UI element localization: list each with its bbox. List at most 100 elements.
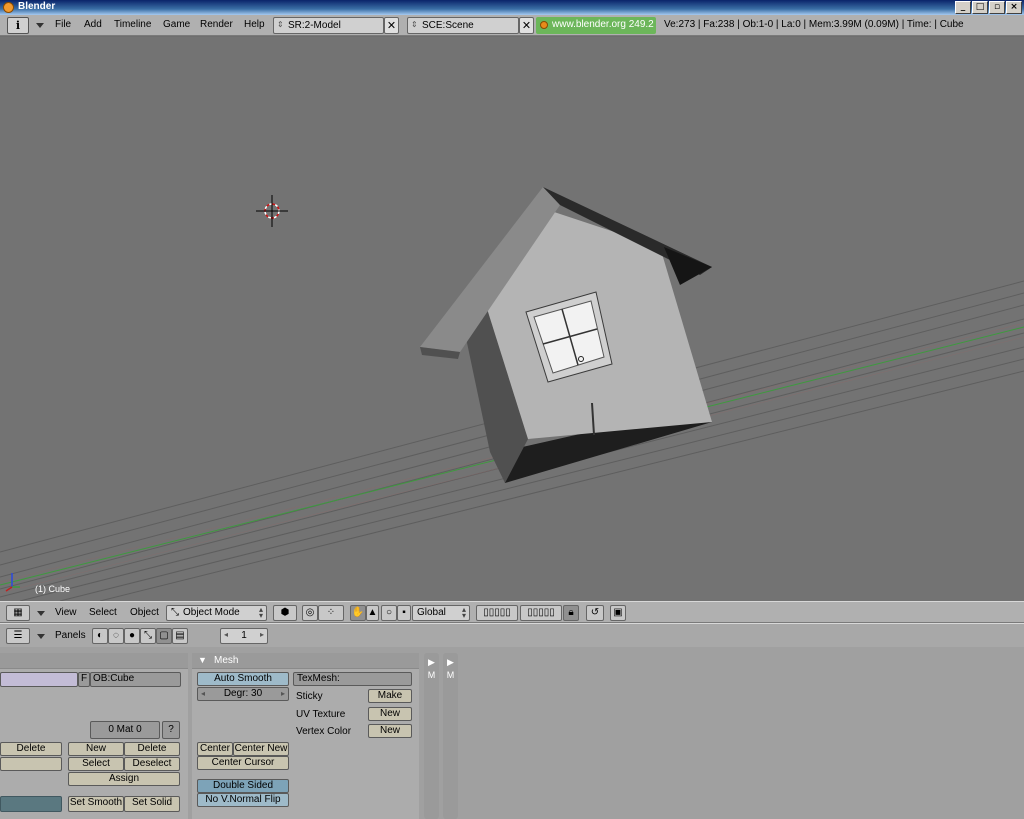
assign-material-button[interactable]: Assign	[68, 772, 180, 786]
translate-icon[interactable]: ▲	[366, 605, 379, 621]
degree-field[interactable]: ◂ Degr: 30 ▸	[197, 687, 289, 701]
uv-texture-label: UV Texture	[296, 709, 346, 720]
deselect-material-button[interactable]: Deselect	[124, 757, 180, 771]
delete-group-button[interactable]: Delete	[0, 742, 62, 756]
snap-icon[interactable]: ↺	[586, 605, 604, 621]
editing-context-icon[interactable]: ▢	[156, 628, 172, 644]
updown-icon: ⇕	[411, 20, 418, 29]
scale-icon[interactable]: ▪	[397, 605, 411, 621]
draw-type-icon[interactable]: ⬢	[273, 605, 297, 621]
set-solid-button[interactable]: Set Solid	[124, 796, 180, 812]
mode-selector[interactable]: ⤡ Object Mode ▴ ▾	[166, 605, 267, 621]
grid-window-type-icon[interactable]: ▦	[6, 605, 30, 621]
decrement-icon: ◂	[201, 689, 206, 698]
panels-label: Panels	[55, 630, 86, 641]
buttons-header: ☰ Panels ◐ ◌ ● ⤡ ▢ ▤ ◂ 1 ▸	[0, 623, 1024, 647]
collapse-triangle-icon[interactable]: ▼	[198, 655, 207, 665]
no-vnormal-flip-toggle[interactable]: No V.Normal Flip	[197, 793, 289, 807]
house-mesh[interactable]	[420, 187, 712, 483]
scene-context-icon[interactable]: ▤	[172, 628, 188, 644]
close-icon[interactable]: ×	[1006, 1, 1022, 14]
window-titlebar: Blender _ □ ▫ ×	[0, 0, 1024, 15]
pivot-selector-icon[interactable]: ⁘	[318, 605, 344, 621]
logic-context-icon[interactable]: ◐	[92, 628, 108, 644]
script-context-icon[interactable]: ◌	[108, 628, 124, 644]
maximize-icon[interactable]: □	[972, 1, 988, 14]
3d-viewport[interactable]: (1) Cube	[0, 37, 1024, 601]
menu-view[interactable]: View	[55, 607, 77, 618]
vertex-color-new-button[interactable]: New	[368, 724, 412, 738]
sticky-make-button[interactable]: Make	[368, 689, 412, 703]
rotate-icon[interactable]: ○	[381, 605, 397, 621]
texmesh-field[interactable]: TexMesh:	[293, 672, 412, 686]
delete-scene-button[interactable]: ✕	[519, 17, 534, 34]
orientation-selector[interactable]: Global ▴ ▾	[412, 605, 470, 621]
delete-screen-button[interactable]: ✕	[384, 17, 399, 34]
center-new-button[interactable]: Center New	[233, 742, 289, 756]
lock-layers-icon[interactable]: 🔒︎	[563, 605, 579, 621]
panel-header	[0, 653, 188, 669]
shading-context-icon[interactable]: ●	[124, 628, 140, 644]
collapsed-panel-strip-2[interactable]: ▶ M	[443, 653, 458, 819]
material-help-button[interactable]: ?	[162, 721, 180, 739]
blender-logo-icon	[540, 21, 548, 29]
updown-icon: ▴ ▾	[461, 605, 466, 620]
delete-material-button[interactable]: Delete	[124, 742, 180, 756]
restore-icon[interactable]: ▫	[989, 1, 1005, 14]
auto-smooth-toggle[interactable]: Auto Smooth	[197, 672, 289, 686]
menu-render[interactable]: Render	[200, 19, 233, 30]
collapse-menu-icon[interactable]	[37, 634, 45, 639]
frame-counter[interactable]: ◂ 1 ▸	[220, 628, 268, 644]
scene-selector[interactable]: ⇕ SCE:Scene	[407, 17, 519, 34]
menu-add[interactable]: Add	[84, 19, 102, 30]
center-cursor-button[interactable]: Center Cursor	[197, 756, 289, 770]
info-header: i File Add Timeline Game Render Help ⇕ S…	[0, 15, 1024, 36]
minimize-icon[interactable]: _	[955, 1, 971, 14]
group-blank-button[interactable]	[0, 757, 62, 771]
expand-arrow-icon: ▶	[428, 657, 435, 667]
material-index-field[interactable]: 0 Mat 0	[90, 721, 160, 739]
link-materials-panel: F OB:Cube 0 Mat 0 ? Delete New Delete Se…	[0, 653, 188, 819]
scene-stats: Ve:273 | Fa:238 | Ob:1-0 | La:0 | Mem:3.…	[664, 19, 964, 30]
buttons-window-type-icon[interactable]: ☰	[6, 628, 30, 644]
mesh-panel-title: Mesh	[214, 655, 239, 666]
pivot-icon[interactable]: ◎	[302, 605, 318, 621]
object-context-icon[interactable]: ⤡	[140, 628, 156, 644]
menu-file[interactable]: File	[55, 19, 71, 30]
increment-icon[interactable]: ▸	[260, 630, 264, 639]
set-smooth-button[interactable]: Set Smooth	[68, 796, 124, 812]
select-material-button[interactable]: Select	[68, 757, 124, 771]
active-object-label: (1) Cube	[35, 584, 71, 594]
layers-row-1[interactable]: ▯▯▯▯▯	[476, 605, 518, 621]
viewport-scene[interactable]	[0, 37, 1024, 601]
vertex-color-label: Vertex Color	[296, 726, 352, 737]
collapse-menu-icon[interactable]	[36, 23, 44, 28]
panel-header: ▼ Mesh	[192, 653, 419, 669]
info-window-type-icon[interactable]: i	[7, 17, 29, 34]
color-swatch[interactable]	[0, 796, 62, 812]
view3d-header: ▦ View Select Object ⤡ Object Mode ▴ ▾ ⬢ …	[0, 601, 1024, 623]
menu-game[interactable]: Game	[163, 19, 190, 30]
render-preview-icon[interactable]: ▣	[610, 605, 626, 621]
blender-org-link[interactable]: www.blender.org 249.2	[536, 17, 656, 34]
menu-select[interactable]: Select	[89, 607, 117, 618]
mesh-panel: ▼ Mesh Auto Smooth ◂ Degr: 30 ▸ TexMesh:…	[192, 653, 419, 819]
increment-icon: ▸	[280, 689, 285, 698]
uv-texture-new-button[interactable]: New	[368, 707, 412, 721]
menu-timeline[interactable]: Timeline	[114, 19, 151, 30]
layers-row-2[interactable]: ▯▯▯▯▯	[520, 605, 562, 621]
collapse-menu-icon[interactable]	[37, 611, 45, 616]
collapsed-panel-strip-1[interactable]: ▶ M	[424, 653, 439, 819]
object-name-field[interactable]: OB:Cube	[90, 672, 181, 687]
manipulator-hand-icon[interactable]: ✋	[350, 605, 366, 621]
double-sided-toggle[interactable]: Double Sided	[197, 779, 289, 793]
3d-cursor[interactable]	[256, 195, 288, 227]
screen-selector[interactable]: ⇕ SR:2-Model	[273, 17, 384, 34]
mesh-name-field[interactable]	[0, 672, 78, 687]
buttons-window: F OB:Cube 0 Mat 0 ? Delete New Delete Se…	[0, 647, 1024, 819]
new-material-button[interactable]: New	[68, 742, 124, 756]
menu-object[interactable]: Object	[130, 607, 159, 618]
menu-help[interactable]: Help	[244, 19, 265, 30]
fake-user-button[interactable]: F	[78, 672, 90, 687]
center-button[interactable]: Center	[197, 742, 233, 756]
